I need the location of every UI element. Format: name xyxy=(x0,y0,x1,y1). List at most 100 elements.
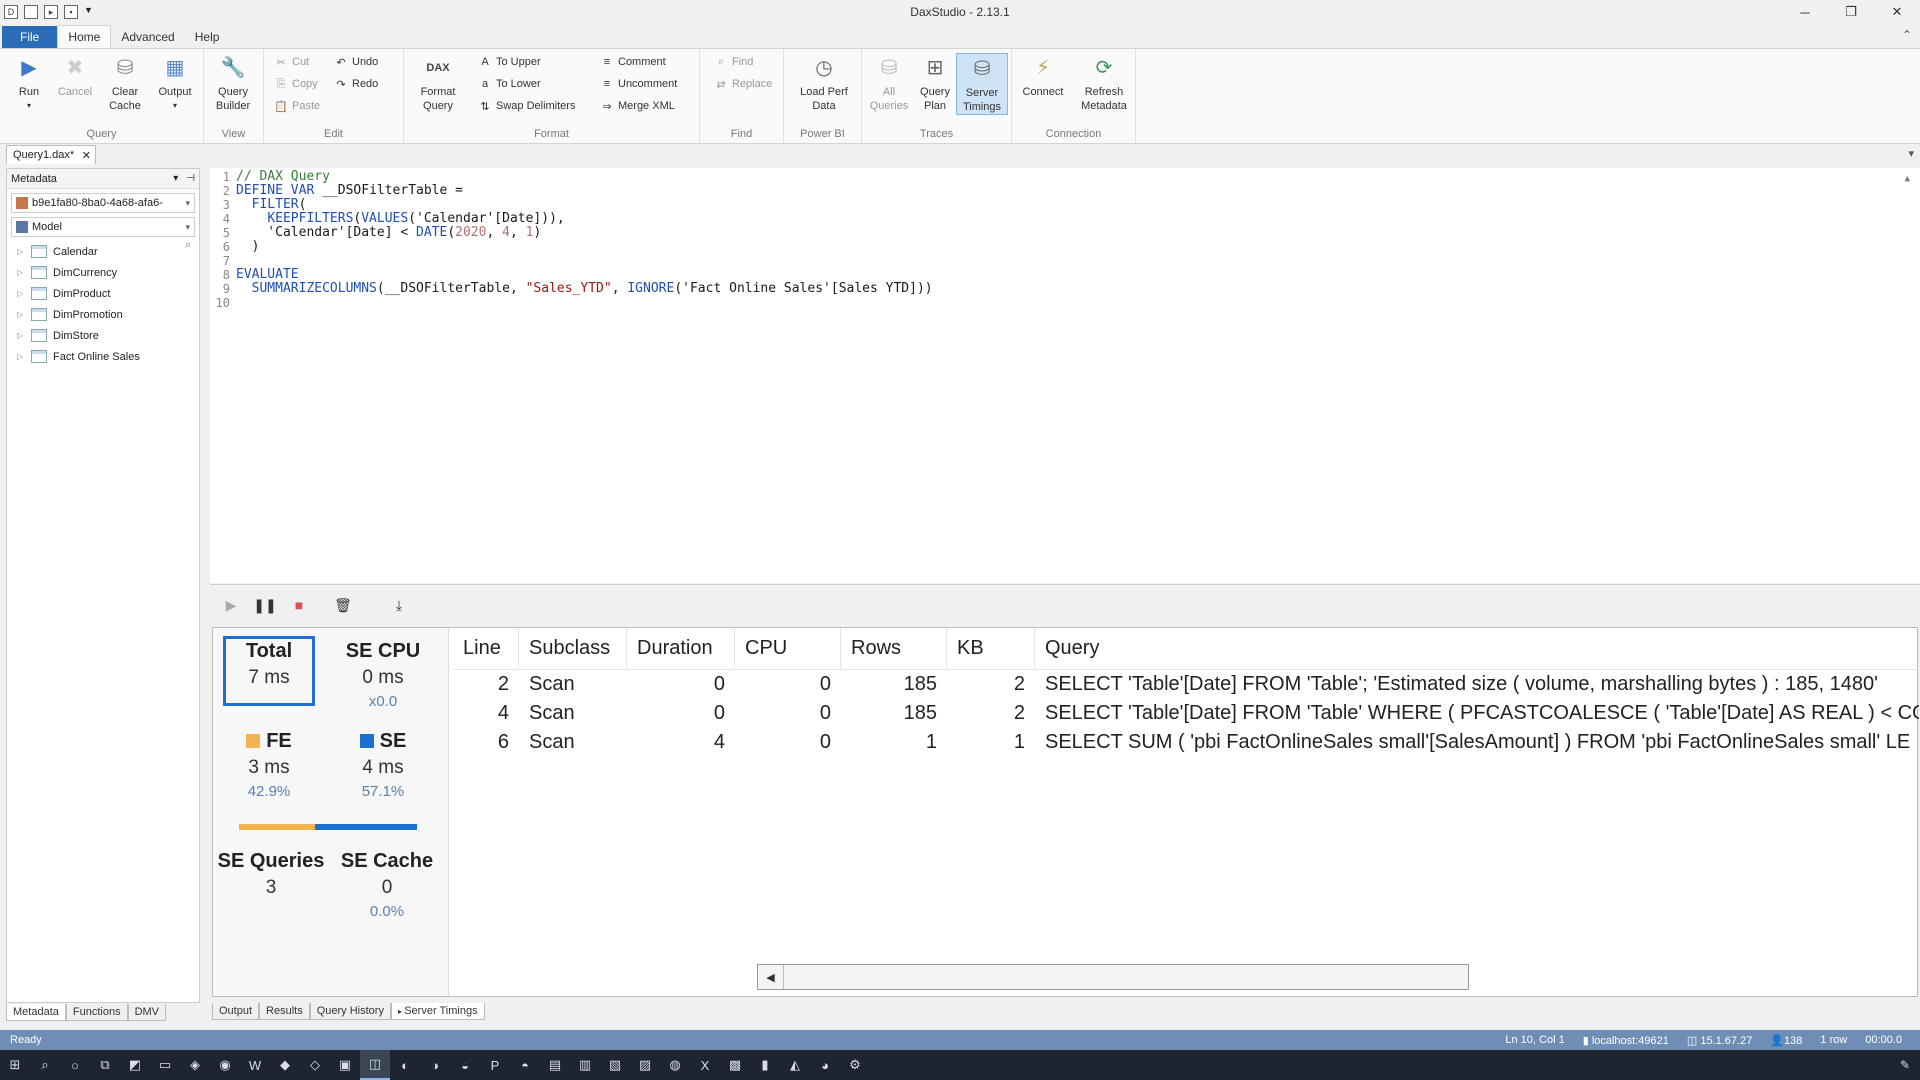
app-icon[interactable]: ◐ xyxy=(390,1050,420,1080)
chrome-icon[interactable]: ◉ xyxy=(210,1050,240,1080)
tab-query-history[interactable]: Query History xyxy=(309,1003,391,1020)
pause-trace-button[interactable]: ❚❚ xyxy=(252,592,278,618)
uncomment-button[interactable]: ≡ Uncomment xyxy=(600,75,678,93)
app-icon[interactable]: ◓ xyxy=(510,1050,540,1080)
app-icon[interactable]: ▣ xyxy=(330,1050,360,1080)
col-rows-header[interactable]: Rows xyxy=(841,628,947,669)
redo-button[interactable]: ↷ Redo xyxy=(334,75,378,93)
word-icon[interactable]: W xyxy=(240,1050,270,1080)
tab-server-timings[interactable]: ▸ Server Timings xyxy=(390,1003,485,1020)
task-view-icon[interactable]: ⧉ xyxy=(90,1050,120,1080)
start-trace-button[interactable]: ▶ xyxy=(218,592,244,618)
tab-advanced[interactable]: Advanced xyxy=(111,26,184,48)
visual-studio-icon[interactable]: ◈ xyxy=(180,1050,210,1080)
tree-item-dimproduct[interactable]: ▷ DimProduct xyxy=(7,283,199,304)
app-icon[interactable]: ◭ xyxy=(780,1050,810,1080)
table-row[interactable]: 6 Scan 4 0 1 1 SELECT SUM ( 'pbi FactOnl… xyxy=(453,730,1919,758)
power-bi-icon[interactable]: ▮ xyxy=(750,1050,780,1080)
col-query-header[interactable]: Query xyxy=(1035,628,1919,669)
database-selector[interactable]: b9e1fa80-8ba0-4a68-afa6- ▾ xyxy=(11,193,195,213)
tree-item-fact-online-sales[interactable]: ▷ Fact Online Sales xyxy=(7,346,199,367)
horizontal-scrollbar[interactable]: ◀ xyxy=(757,964,1469,990)
pin-icon[interactable]: ⊣ xyxy=(186,173,195,184)
query-builder-button[interactable]: 🔧 Query Builder xyxy=(210,53,256,113)
open-file-icon[interactable]: ▸ xyxy=(44,5,58,19)
tab-dmv[interactable]: DMV xyxy=(127,1004,167,1021)
app-icon[interactable]: ▧ xyxy=(600,1050,630,1080)
scroll-left-icon[interactable]: ◀ xyxy=(758,965,784,989)
cortana-icon[interactable]: ○ xyxy=(60,1050,90,1080)
model-selector[interactable]: Model ▾ xyxy=(11,217,195,237)
windows-start-icon[interactable]: ⊞ xyxy=(0,1050,30,1080)
expand-icon[interactable]: ▷ xyxy=(17,310,25,319)
outlook-icon[interactable]: ◩ xyxy=(120,1050,150,1080)
search-icon[interactable]: ⌕ xyxy=(30,1050,60,1080)
clear-cache-button[interactable]: ⛁ Clear Cache xyxy=(102,53,148,113)
customize-dropdown-icon[interactable]: ▼ xyxy=(84,5,93,19)
file-explorer-icon[interactable]: ▭ xyxy=(150,1050,180,1080)
format-query-button[interactable]: DAX Format Query xyxy=(412,53,464,113)
output-button[interactable]: ▦ Output ▾ xyxy=(152,53,198,113)
load-perf-data-button[interactable]: ◷ Load Perf Data xyxy=(794,53,854,113)
all-queries-button[interactable]: ⛁ All Queries xyxy=(866,53,912,113)
tab-file[interactable]: File xyxy=(2,26,58,48)
app-icon[interactable]: ◆ xyxy=(270,1050,300,1080)
panel-dropdown-icon[interactable]: ▾ xyxy=(173,173,178,184)
refresh-metadata-button[interactable]: ⟳ Refresh Metadata xyxy=(1076,53,1132,113)
export-trace-button[interactable]: ⤓ xyxy=(386,592,412,618)
tree-item-dimpromotion[interactable]: ▷ DimPromotion xyxy=(7,304,199,325)
doc-tab-query1[interactable]: Query1.dax* ✕ xyxy=(6,145,96,164)
connect-button[interactable]: ⚡ Connect xyxy=(1020,53,1066,99)
table-row[interactable]: 4 Scan 0 0 185 2 SELECT 'Table'[Date] FR… xyxy=(453,701,1919,729)
app-icon[interactable]: ▥ xyxy=(570,1050,600,1080)
expand-icon[interactable]: ▷ xyxy=(17,289,25,298)
run-button[interactable]: ▶ Run ▾ xyxy=(6,53,52,113)
table-row[interactable]: 2 Scan 0 0 185 2 SELECT 'Table'[Date] FR… xyxy=(453,672,1919,700)
search-icon[interactable]: ⌕ xyxy=(185,239,191,252)
replace-button[interactable]: ⇄ Replace xyxy=(714,75,772,93)
tree-item-dimstore[interactable]: ▷ DimStore xyxy=(7,325,199,346)
settings-icon[interactable]: ⚙ xyxy=(840,1050,870,1080)
save-icon[interactable]: ▪ xyxy=(64,5,78,19)
stop-trace-button[interactable]: ■ xyxy=(286,592,312,618)
clear-trace-button[interactable]: 🗑 xyxy=(330,592,356,618)
close-tab-icon[interactable]: ✕ xyxy=(82,149,91,162)
query-plan-button[interactable]: ⊞ Query Plan xyxy=(912,53,958,113)
excel-icon[interactable]: X xyxy=(690,1050,720,1080)
comment-button[interactable]: ≡ Comment xyxy=(600,53,666,71)
cut-button[interactable]: ✂ Cut xyxy=(274,53,309,71)
paste-button[interactable]: 📋 Paste xyxy=(274,97,320,115)
collapse-ribbon-icon[interactable]: ⌃ xyxy=(1902,28,1912,42)
to-upper-button[interactable]: A To Upper xyxy=(478,53,540,71)
app-icon[interactable]: ◍ xyxy=(660,1050,690,1080)
col-subclass-header[interactable]: Subclass xyxy=(519,628,627,669)
close-button[interactable]: ✕ xyxy=(1874,0,1920,24)
col-duration-header[interactable]: Duration xyxy=(627,628,735,669)
tab-home[interactable]: Home xyxy=(57,25,112,48)
tree-item-dimcurrency[interactable]: ▷ DimCurrency xyxy=(7,262,199,283)
tab-help[interactable]: Help xyxy=(185,26,230,48)
cancel-button[interactable]: ✖ Cancel xyxy=(52,53,98,99)
query-editor[interactable]: 1 2 3 4 5 6 7 8 9 10 // DAX Query DEFINE… xyxy=(210,168,1920,583)
edge-icon[interactable]: ◕ xyxy=(810,1050,840,1080)
merge-xml-button[interactable]: ⇒ Merge XML xyxy=(600,97,674,115)
app-icon[interactable]: ▨ xyxy=(630,1050,660,1080)
restore-button[interactable]: ❐ xyxy=(1828,0,1874,24)
app-icon[interactable]: ▤ xyxy=(540,1050,570,1080)
col-cpu-header[interactable]: CPU xyxy=(735,628,841,669)
tab-functions[interactable]: Functions xyxy=(65,1004,128,1021)
scroll-up-icon[interactable]: ▲ xyxy=(1905,174,1910,184)
find-button[interactable]: ⌕ Find xyxy=(714,53,754,71)
new-file-icon[interactable] xyxy=(24,5,38,19)
daxstudio-taskbar-icon[interactable]: ◫ xyxy=(360,1050,390,1080)
col-kb-header[interactable]: KB xyxy=(947,628,1035,669)
expand-icon[interactable]: ▷ xyxy=(17,247,25,256)
tab-metadata[interactable]: Metadata xyxy=(6,1004,66,1021)
copy-button[interactable]: ⎘ Copy xyxy=(274,75,318,93)
expand-icon[interactable]: ▷ xyxy=(17,331,25,340)
powerpoint-icon[interactable]: P xyxy=(480,1050,510,1080)
app-icon[interactable]: ▩ xyxy=(720,1050,750,1080)
undo-button[interactable]: ↶ Undo xyxy=(334,53,378,71)
expand-icon[interactable]: ▷ xyxy=(17,352,25,361)
tab-output[interactable]: Output xyxy=(212,1003,260,1020)
